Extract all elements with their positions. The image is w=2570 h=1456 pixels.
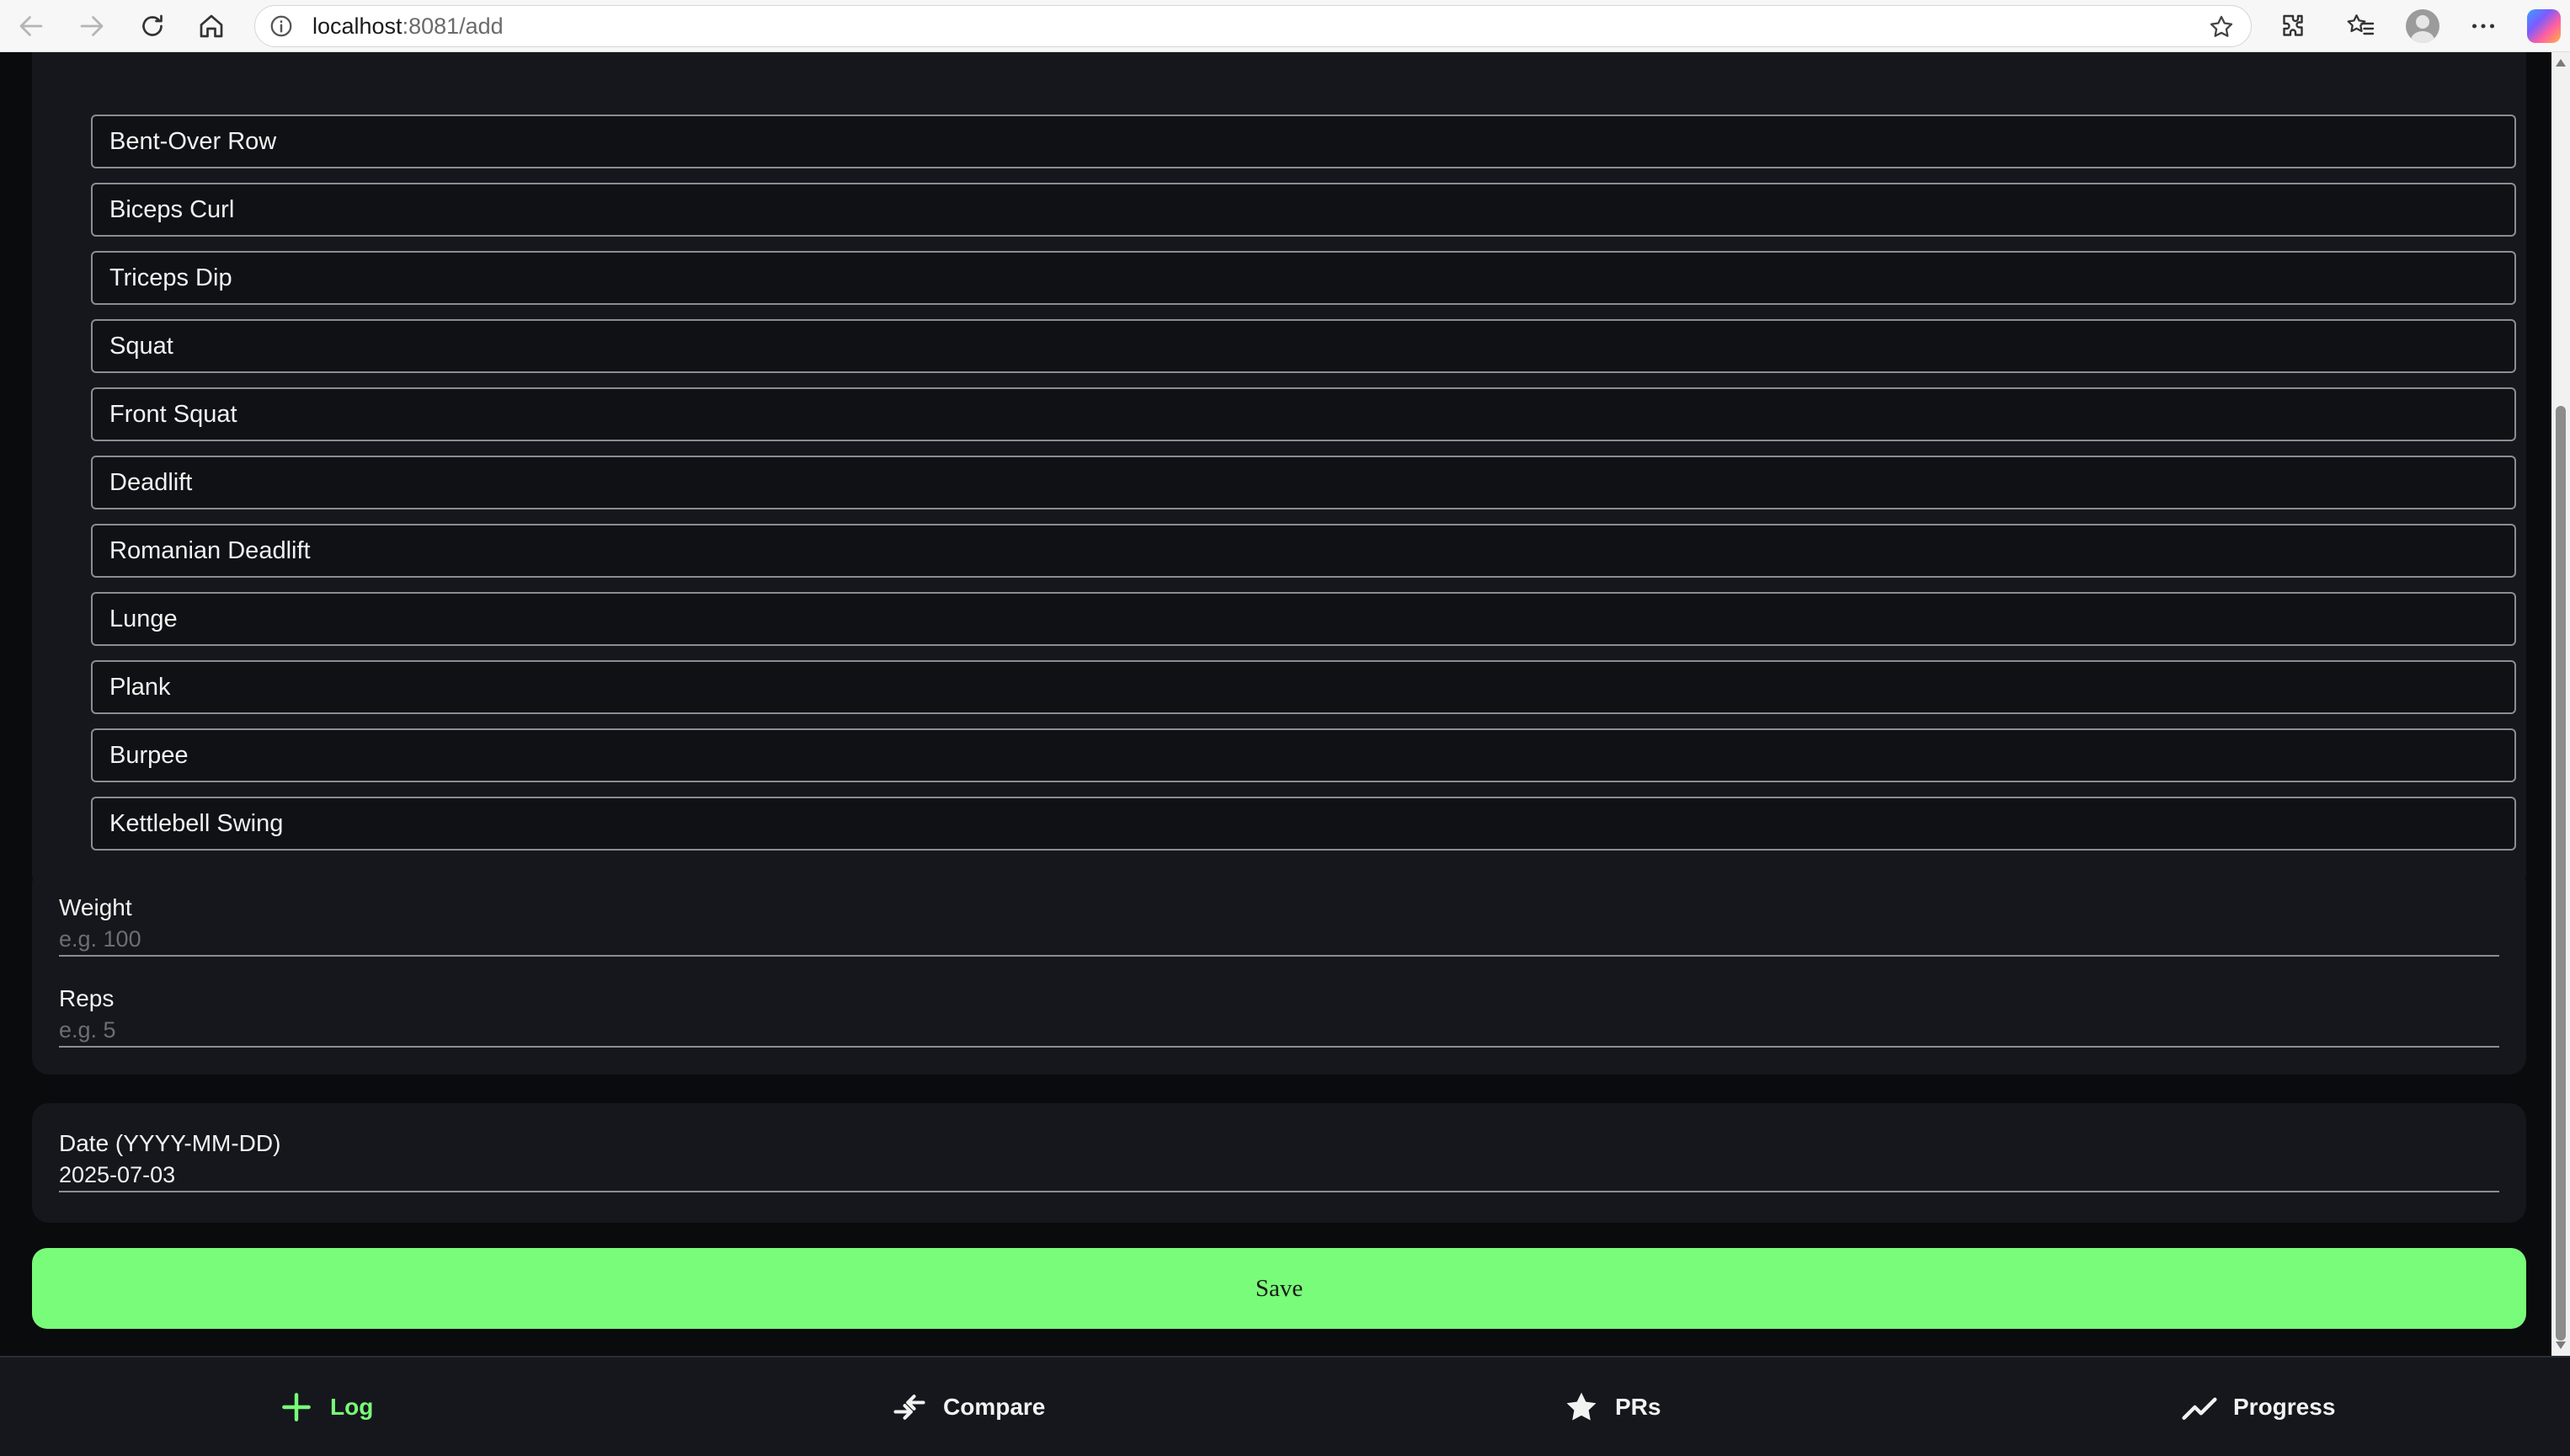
info-icon[interactable] [269, 13, 294, 39]
copilot-button[interactable] [2525, 7, 2563, 45]
tab-label: PRs [1615, 1393, 1661, 1420]
arrow-left-icon [19, 16, 43, 36]
tab-label: Compare [943, 1393, 1046, 1420]
favorites-list-icon [2347, 14, 2375, 35]
more-button[interactable] [2464, 7, 2503, 45]
tab-progress[interactable]: Progress [2181, 1357, 2335, 1456]
reload-button[interactable] [133, 7, 172, 45]
tab-log[interactable]: Log [278, 1357, 373, 1456]
puzzle-icon [2283, 14, 2303, 36]
weight-label: Weight [59, 894, 132, 920]
scroll-thumb[interactable] [2556, 406, 2566, 1341]
reload-icon [142, 14, 163, 36]
forward-button[interactable] [72, 7, 111, 45]
add-set-form: Bent-Over Row Biceps Curl Triceps Dip Sq… [0, 52, 2551, 1356]
home-icon [200, 14, 223, 38]
exercise-option[interactable]: Front Squat [91, 387, 2516, 441]
favorites-button[interactable] [2341, 7, 2380, 45]
compare-arrows-icon [893, 1394, 925, 1420]
arrow-right-icon [80, 16, 104, 36]
browser-toolbar: localhost:8081/add [0, 0, 2570, 52]
address-bar[interactable]: localhost:8081/add [254, 5, 2252, 47]
app-viewport: Bent-Over Row Biceps Curl Triceps Dip Sq… [0, 52, 2570, 1456]
trending-up-icon [2182, 1397, 2217, 1420]
weight-reps-card: Weight Reps [32, 867, 2526, 1075]
home-button[interactable] [192, 7, 231, 45]
url-path: :8081/add [402, 13, 504, 39]
weight-input[interactable] [59, 923, 2499, 957]
date-input[interactable] [59, 1159, 2499, 1192]
copilot-icon [2527, 9, 2561, 43]
exercise-option[interactable]: Plank [91, 660, 2516, 714]
bottom-tab-bar: Log Compare PRs Progress [0, 1356, 2570, 1456]
exercise-option[interactable]: Triceps Dip [91, 251, 2516, 305]
favorite-star-icon[interactable] [2207, 13, 2236, 41]
scroll-up-arrow-icon[interactable] [2556, 59, 2566, 67]
extensions-button[interactable] [2274, 7, 2312, 45]
exercise-option[interactable]: Deadlift [91, 456, 2516, 509]
url-host: localhost [312, 13, 403, 39]
exercise-option[interactable]: Biceps Curl [91, 183, 2516, 237]
back-button[interactable] [12, 7, 51, 45]
tab-label: Log [330, 1393, 374, 1420]
scroll-down-arrow-icon[interactable] [2556, 1341, 2566, 1349]
exercise-option[interactable]: Squat [91, 319, 2516, 373]
save-button[interactable]: Save [32, 1248, 2526, 1329]
tab-compare[interactable]: Compare [891, 1357, 1045, 1456]
date-label: Date (YYYY-MM-DD) [59, 1130, 281, 1156]
exercise-option[interactable]: Lunge [91, 592, 2516, 646]
star-icon [1566, 1392, 1597, 1421]
tab-prs[interactable]: PRs [1563, 1357, 1661, 1456]
reps-input[interactable] [59, 1014, 2499, 1048]
exercise-option[interactable]: Romanian Deadlift [91, 524, 2516, 578]
exercise-list-card: Bent-Over Row Biceps Curl Triceps Dip Sq… [32, 52, 2526, 891]
scrollbar[interactable] [2551, 52, 2570, 1356]
more-dots-icon [2471, 24, 2495, 29]
avatar [2406, 9, 2439, 43]
url-text: localhost:8081/add [312, 13, 504, 40]
exercise-option[interactable]: Burpee [91, 728, 2516, 782]
date-card: Date (YYYY-MM-DD) [32, 1103, 2526, 1223]
exercise-option[interactable]: Kettlebell Swing [91, 797, 2516, 851]
exercise-option[interactable]: Bent-Over Row [91, 115, 2516, 168]
tab-label: Progress [2233, 1393, 2336, 1420]
plus-icon [282, 1392, 311, 1421]
reps-label: Reps [59, 985, 115, 1011]
profile-button[interactable] [2403, 7, 2442, 45]
